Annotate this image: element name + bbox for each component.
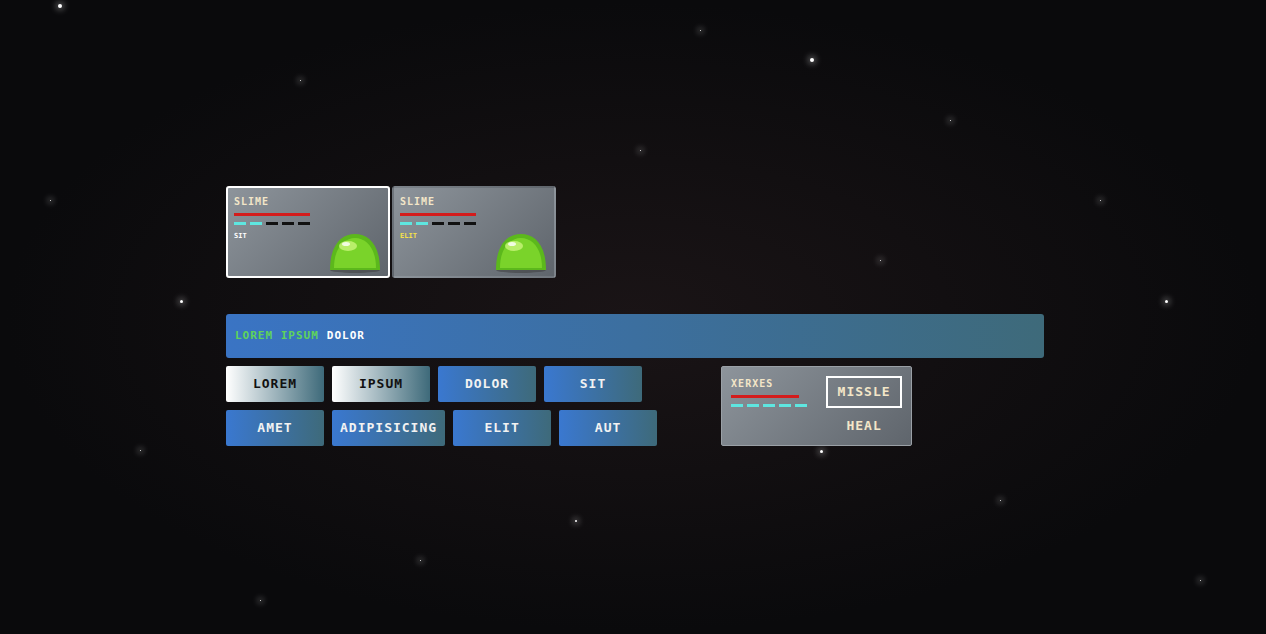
player-name: XERXES [731,376,807,391]
enemy-info: SLIME ELIT [400,194,476,274]
command-button[interactable]: DOLOR [438,366,536,402]
mana-bar [400,222,476,225]
mana-pip [432,222,444,225]
command-button[interactable]: ADIPISICING [332,410,445,446]
stat-bars [234,213,310,225]
bottom-row: LOREMIPSUMDOLORSIT AMETADIPISICINGELITAUT… [226,366,1266,446]
stat-bars [731,395,807,407]
enemy-info: SLIME SIT [234,194,310,274]
hp-fill [731,395,799,398]
mana-pip [234,222,246,225]
hp-fill [400,213,476,216]
star [50,200,51,201]
mana-pip [266,222,278,225]
mana-pip [250,222,262,225]
slime-icon [494,232,548,274]
star [1165,300,1168,303]
hp-track [234,213,310,216]
action-button[interactable]: HEAL [826,410,902,442]
star [180,300,183,303]
command-row: LOREMIPSUMDOLORSIT [226,366,657,402]
star [575,520,577,522]
star [640,150,641,151]
mana-bar [234,222,310,225]
command-button[interactable]: AMET [226,410,324,446]
action-list: MISSLEHEAL [826,376,902,445]
star [1200,580,1201,581]
star [810,58,814,62]
enemy-sprite [328,194,382,274]
battle-screen: SLIMESITSLIMEELITLOREM IPSUMDOLORLOREMIP… [0,0,1266,634]
stat-bars [400,213,476,225]
mana-pip [795,404,807,407]
mana-pip [763,404,775,407]
enemy-sprite [494,194,548,274]
command-button[interactable]: SIT [544,366,642,402]
mana-pip [779,404,791,407]
mana-pip [731,404,743,407]
mana-pip [464,222,476,225]
command-button[interactable]: IPSUM [332,366,430,402]
mana-pip [448,222,460,225]
star [1100,200,1101,201]
command-row: AMETADIPISICINGELITAUT [226,410,657,446]
enemy-name: SLIME [234,194,310,209]
hp-track [400,213,476,216]
enemy-card[interactable]: SLIME ELIT [392,186,556,278]
star [260,600,261,601]
mana-pip [298,222,310,225]
enemy-name: SLIME [400,194,476,209]
star [880,260,881,261]
player-info: XERXES [731,376,807,445]
command-button[interactable]: ELIT [453,410,551,446]
star [420,560,421,561]
message-text: DOLOR [327,328,365,345]
mana-pip [416,222,428,225]
star [820,450,823,453]
mana-pip [747,404,759,407]
star [700,30,701,31]
hp-fill [234,213,310,216]
slime-icon [328,232,382,274]
mana-pip [282,222,294,225]
enemy-row: SLIME SIT SLIME ELIT [226,186,1266,278]
star [300,80,301,81]
action-button[interactable]: MISSLE [826,376,902,408]
message-text: LOREM IPSUM [235,328,319,345]
mana-pip [400,222,412,225]
message-bar: LOREM IPSUM DOLOR [226,314,1044,358]
battle-ui: SLIMESITSLIMEELITLOREM IPSUMDOLORLOREMIP… [0,0,1266,446]
enemy-card[interactable]: SLIME SIT [226,186,390,278]
star [58,4,62,8]
star [950,120,951,121]
star [140,450,141,451]
star [1000,500,1001,501]
enemy-status: ELIT [400,231,476,242]
mana-bar [731,404,807,407]
enemy-status: SIT [234,231,310,242]
command-grid: LOREMIPSUMDOLORSIT AMETADIPISICINGELITAUT [226,366,657,446]
command-button[interactable]: AUT [559,410,657,446]
hp-track [731,395,799,398]
command-button[interactable]: LOREM [226,366,324,402]
player-card: XERXES MISSLEHEAL [721,366,912,446]
